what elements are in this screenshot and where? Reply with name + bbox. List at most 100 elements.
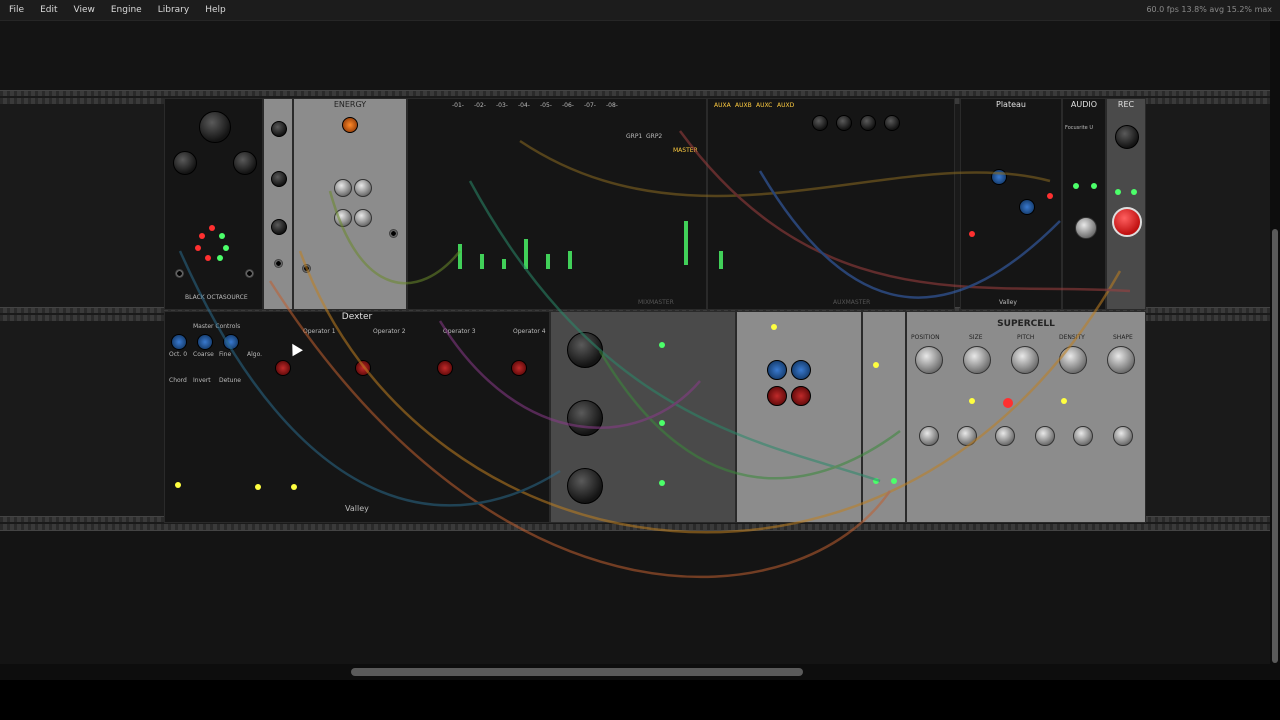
menu-engine[interactable]: Engine xyxy=(103,5,150,15)
auxmaster-title: AUXMASTER xyxy=(833,299,871,306)
vertical-scroll-thumb[interactable] xyxy=(1272,229,1278,663)
dexter-led xyxy=(255,484,261,490)
octasource-rate-knob[interactable] xyxy=(199,111,231,143)
mix-channel-1-label: -01- xyxy=(452,102,464,109)
module-oscillators[interactable] xyxy=(550,311,736,523)
dexter-invert-label: Invert xyxy=(193,377,211,384)
rec-title: REC xyxy=(1117,100,1135,109)
energy-knob-orange[interactable] xyxy=(342,117,358,133)
module-utility-strip[interactable] xyxy=(263,98,293,310)
module-mixmaster[interactable]: -01- -02- -03- -04- -05- -06- -07- -08- … xyxy=(407,98,707,310)
module-plateau[interactable]: Plateau Valley xyxy=(960,98,1062,310)
audio-level-knob[interactable] xyxy=(1075,217,1097,239)
dexter-octave-knob[interactable] xyxy=(171,334,187,350)
vertical-scrollbar[interactable] xyxy=(1270,21,1280,664)
energy-knob[interactable] xyxy=(334,209,352,227)
utility-jack[interactable] xyxy=(274,259,283,268)
supercell-knob[interactable] xyxy=(957,426,977,446)
mix-meter xyxy=(458,244,462,269)
energy-knob[interactable] xyxy=(334,179,352,197)
supercell-density-knob[interactable] xyxy=(1059,346,1087,374)
octasource-knob-right[interactable] xyxy=(233,151,257,175)
osc-coarse-knob[interactable] xyxy=(567,468,603,504)
utility-knob[interactable] xyxy=(271,219,287,235)
module-black-octasource[interactable]: BLACK OCTASOURCE xyxy=(164,98,263,310)
mixmaster-title: MIXMASTER xyxy=(638,299,674,306)
octasource-jack[interactable] xyxy=(175,269,184,278)
plateau-title: Plateau xyxy=(996,100,1026,109)
menu-view[interactable]: View xyxy=(66,5,103,15)
dexter-op-knob[interactable] xyxy=(437,360,453,376)
energy-jack[interactable] xyxy=(389,229,398,238)
energy-jack[interactable] xyxy=(302,264,311,273)
menu-help[interactable]: Help xyxy=(197,5,234,15)
dexter-op-knob[interactable] xyxy=(511,360,527,376)
filter-led xyxy=(771,324,777,330)
energy-knob[interactable] xyxy=(354,179,372,197)
utility-knob[interactable] xyxy=(271,121,287,137)
supercell-knob[interactable] xyxy=(1073,426,1093,446)
supercell-position-knob[interactable] xyxy=(915,346,943,374)
octasource-knob-left[interactable] xyxy=(173,151,197,175)
supercell-knob[interactable] xyxy=(1035,426,1055,446)
module-auxmaster[interactable]: AUXA AUXB AUXC AUXD AUXMASTER xyxy=(707,98,955,310)
module-supercell[interactable]: SUPERCELL POSITION SIZE PITCH DENSITY SH… xyxy=(906,311,1146,523)
plateau-knob[interactable] xyxy=(991,169,1007,185)
performance-status: 60.0 fps 13.8% avg 15.2% max xyxy=(1146,5,1272,14)
horizontal-scrollbar[interactable] xyxy=(0,664,1280,680)
energy-title: ENERGY xyxy=(333,100,367,109)
rec-led xyxy=(1131,189,1137,195)
mix-channel-7-label: -07- xyxy=(584,102,596,109)
aux-knob[interactable] xyxy=(812,115,828,131)
dexter-led xyxy=(175,482,181,488)
filter-knob[interactable] xyxy=(767,386,787,406)
supercell-size-knob[interactable] xyxy=(963,346,991,374)
module-rec[interactable]: REC xyxy=(1106,98,1146,310)
rec-gain-knob[interactable] xyxy=(1115,125,1139,149)
supercell-knob[interactable] xyxy=(1113,426,1133,446)
module-energy[interactable]: ENERGY xyxy=(293,98,407,310)
dexter-op-knob[interactable] xyxy=(275,360,291,376)
module-utility-2[interactable] xyxy=(862,311,906,523)
horizontal-scroll-thumb[interactable] xyxy=(351,668,803,676)
supercell-led xyxy=(969,398,975,404)
dexter-fine-knob[interactable] xyxy=(223,334,239,350)
dexter-op-knob[interactable] xyxy=(355,360,371,376)
plateau-knob[interactable] xyxy=(1019,199,1035,215)
rec-record-button[interactable] xyxy=(1112,207,1142,237)
dexter-brand: Valley xyxy=(345,504,369,513)
octasource-jack[interactable] xyxy=(245,269,254,278)
supercell-led xyxy=(1061,398,1067,404)
supercell-freeze-button[interactable] xyxy=(1003,398,1013,408)
osc-coarse-knob[interactable] xyxy=(567,400,603,436)
supercell-knob[interactable] xyxy=(919,426,939,446)
mix-channel-4-label: -04- xyxy=(518,102,530,109)
utility2-led xyxy=(891,478,897,484)
aux-knob[interactable] xyxy=(884,115,900,131)
menu-edit[interactable]: Edit xyxy=(32,5,65,15)
bottom-letterbox xyxy=(0,680,1280,720)
menu-library[interactable]: Library xyxy=(150,5,197,15)
menu-file[interactable]: File xyxy=(0,5,32,15)
filter-knob[interactable] xyxy=(791,360,811,380)
supercell-knob[interactable] xyxy=(995,426,1015,446)
supercell-shape-knob[interactable] xyxy=(1107,346,1135,374)
aux-d-label: AUXD xyxy=(777,102,795,109)
filter-knob[interactable] xyxy=(767,360,787,380)
aux-knob[interactable] xyxy=(836,115,852,131)
aux-knob[interactable] xyxy=(860,115,876,131)
supercell-position-label: POSITION xyxy=(911,334,940,341)
octasource-led xyxy=(205,255,211,261)
filter-knob[interactable] xyxy=(791,386,811,406)
mix-meter xyxy=(546,254,550,269)
osc-coarse-knob[interactable] xyxy=(567,332,603,368)
rack-workspace[interactable]: BLACK OCTASOURCE ENERGY -01- -02- -03- -… xyxy=(0,21,1270,664)
utility-knob[interactable] xyxy=(271,171,287,187)
supercell-pitch-knob[interactable] xyxy=(1011,346,1039,374)
module-audio[interactable]: AUDIO Focusrite U xyxy=(1062,98,1106,310)
module-dexter[interactable]: Dexter Master Controls Operator 1 Operat… xyxy=(164,311,550,523)
module-filter[interactable] xyxy=(736,311,862,523)
dexter-coarse-label: Coarse xyxy=(193,351,214,358)
dexter-coarse-knob[interactable] xyxy=(197,334,213,350)
energy-knob[interactable] xyxy=(354,209,372,227)
